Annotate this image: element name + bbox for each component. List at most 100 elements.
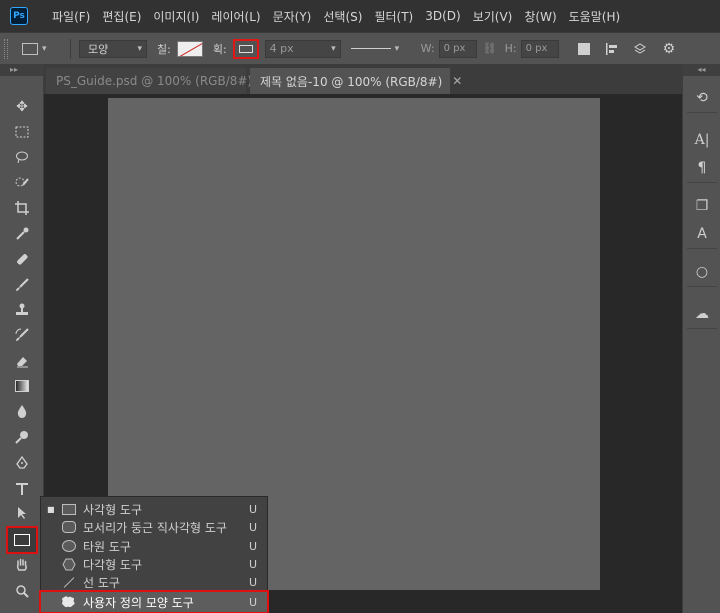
stroke-width-field[interactable]: 4 px ▾ <box>264 39 341 58</box>
menu-select[interactable]: 선택(S) <box>323 8 362 25</box>
flyout-item-label: 다각형 도구 <box>83 557 143 572</box>
menu-view[interactable]: 보기(V) <box>473 8 513 25</box>
flyout-item-shortcut: U <box>248 595 257 609</box>
menu-type[interactable]: 문자(Y) <box>273 8 312 25</box>
type-tool-icon[interactable] <box>10 478 34 500</box>
rounded-rectangle-icon <box>61 520 77 534</box>
character-panel-icon[interactable]: A| <box>687 126 717 154</box>
history-brush-tool-icon[interactable] <box>10 324 34 346</box>
stroke-type-select[interactable]: ▾ <box>350 40 407 58</box>
marquee-tool-icon[interactable] <box>10 121 34 143</box>
shape-mode-select[interactable]: 모양 ▾ <box>79 39 147 58</box>
menu-file[interactable]: 파일(F) <box>52 8 90 25</box>
stroke-width-value: 4 px <box>269 42 294 55</box>
height-input[interactable]: 0 px <box>520 39 559 58</box>
menu-help[interactable]: 도움말(H) <box>569 8 621 25</box>
menu-edit[interactable]: 편집(E) <box>102 8 141 25</box>
document-tabs: PS_Guide.psd @ 100% (RGB/8#) 제목 없음-10 @ … <box>44 64 682 94</box>
chevron-down-icon: ▾ <box>331 43 336 54</box>
paragraph-styles-icon[interactable]: ❐ <box>687 192 717 220</box>
gear-icon[interactable]: ⚙ <box>663 41 676 57</box>
flyout-item-shortcut: U <box>248 575 257 589</box>
path-operations-icon[interactable] <box>577 42 591 56</box>
crop-tool-icon[interactable] <box>10 197 34 219</box>
flyout-item-shortcut: U <box>248 502 257 516</box>
brush-tool-icon[interactable] <box>10 274 34 296</box>
history-panel-icon[interactable]: ⟲ <box>687 84 717 112</box>
collapse-arrows-icon[interactable]: ◂◂ <box>683 64 720 76</box>
shape-mode-value: 모양 <box>88 42 109 56</box>
fill-swatch[interactable] <box>176 40 203 57</box>
menu-filter[interactable]: 필터(T) <box>374 8 413 25</box>
tab-ps-guide[interactable]: PS_Guide.psd @ 100% (RGB/8#) <box>46 68 252 94</box>
options-grip[interactable] <box>4 38 8 59</box>
panel-group-libraries: ☁ <box>687 300 717 329</box>
move-tool-icon[interactable]: ✥ <box>10 96 34 118</box>
flyout-rounded-rectangle-tool[interactable]: 모서리가 둥근 직사각형 도구 U <box>41 518 267 536</box>
chevron-down-icon: ▾ <box>42 43 47 54</box>
flyout-custom-shape-tool[interactable]: 사용자 정의 모양 도구 U <box>39 590 269 613</box>
menu-window[interactable]: 창(W) <box>524 8 556 25</box>
flyout-item-label: 선 도구 <box>83 575 120 590</box>
tab-label: 제목 없음-10 @ 100% (RGB/8#) <box>260 74 443 89</box>
flyout-item-label: 사용자 정의 모양 도구 <box>83 595 194 610</box>
flyout-line-tool[interactable]: 선 도구 U <box>41 573 267 591</box>
lightbulb-icon[interactable]: ○ <box>687 258 717 286</box>
polygon-icon <box>61 557 77 571</box>
divider <box>70 38 71 59</box>
pen-tool-icon[interactable] <box>10 452 34 474</box>
eyedropper-tool-icon[interactable] <box>10 223 34 245</box>
character-styles-icon[interactable]: A <box>687 220 717 248</box>
collapse-arrows-icon[interactable]: ▸▸ <box>0 64 43 76</box>
fill-label: 칠: <box>157 42 171 56</box>
rectangle-icon <box>61 502 77 516</box>
shape-tools-flyout: ■ 사각형 도구 U 모서리가 둥근 직사각형 도구 U 타원 도구 U 다각형… <box>39 496 269 613</box>
paragraph-panel-icon[interactable]: ¶ <box>687 154 717 182</box>
width-input[interactable]: 0 px <box>438 39 477 58</box>
link-icon[interactable]: ⛓ <box>483 42 497 55</box>
tools-panel: ▸▸ ✥ <box>0 64 44 613</box>
dodge-tool-icon[interactable] <box>10 426 34 448</box>
panel-group-learn: ○ <box>687 258 717 287</box>
menu-layer[interactable]: 레이어(L) <box>211 8 260 25</box>
close-icon[interactable]: ✕ <box>452 74 462 88</box>
flyout-item-shortcut: U <box>248 557 257 571</box>
right-panel-dock: ◂◂ ⟲ A| ¶ ❐ A ○ ☁ <box>682 64 720 613</box>
clone-stamp-tool-icon[interactable] <box>10 299 34 321</box>
flyout-item-label: 모서리가 둥근 직사각형 도구 <box>83 520 227 535</box>
lasso-tool-icon[interactable] <box>10 146 34 168</box>
menu-3d[interactable]: 3D(D) <box>425 9 460 23</box>
quick-selection-tool-icon[interactable] <box>10 172 34 194</box>
rectangle-tool-button[interactable] <box>6 526 38 554</box>
custom-shape-icon <box>61 595 77 609</box>
tool-preset-picker[interactable]: ▾ <box>22 38 62 60</box>
path-alignment-icon[interactable] <box>605 42 619 56</box>
healing-brush-tool-icon[interactable] <box>10 248 34 270</box>
menu-image[interactable]: 이미지(I) <box>153 8 199 25</box>
tab-label: PS_Guide.psd @ 100% (RGB/8#) <box>56 74 253 88</box>
creative-cloud-icon[interactable]: ☁ <box>687 300 717 328</box>
flyout-ellipse-tool[interactable]: 타원 도구 U <box>41 537 267 555</box>
path-arrangement-icon[interactable] <box>633 42 647 56</box>
flyout-item-shortcut: U <box>248 520 257 534</box>
zoom-tool-icon[interactable] <box>10 580 34 602</box>
eraser-tool-icon[interactable] <box>10 350 34 372</box>
flyout-item-label: 사각형 도구 <box>83 502 143 517</box>
gradient-tool-icon[interactable] <box>10 375 34 397</box>
stroke-swatch[interactable] <box>232 38 259 59</box>
flyout-polygon-tool[interactable]: 다각형 도구 U <box>41 555 267 573</box>
hand-tool-icon[interactable] <box>10 554 34 576</box>
panel-group-styles: ❐ A <box>687 192 717 249</box>
current-tool-indicator-icon: ■ <box>47 504 55 514</box>
stroke-rectangle-icon <box>238 44 253 53</box>
flyout-rectangle-tool[interactable]: ■ 사각형 도구 U <box>41 500 267 518</box>
line-icon <box>61 575 77 589</box>
chevron-down-icon: ▾ <box>394 43 400 54</box>
blur-tool-icon[interactable] <box>10 400 34 422</box>
panel-group-type: A| ¶ <box>687 126 717 183</box>
tab-untitled-10[interactable]: 제목 없음-10 @ 100% (RGB/8#) ✕ <box>250 68 462 94</box>
photoshop-logo-icon: Ps <box>10 7 28 25</box>
ellipse-icon <box>61 539 77 553</box>
flyout-item-label: 타원 도구 <box>83 539 131 554</box>
path-selection-tool-icon[interactable] <box>10 502 34 524</box>
